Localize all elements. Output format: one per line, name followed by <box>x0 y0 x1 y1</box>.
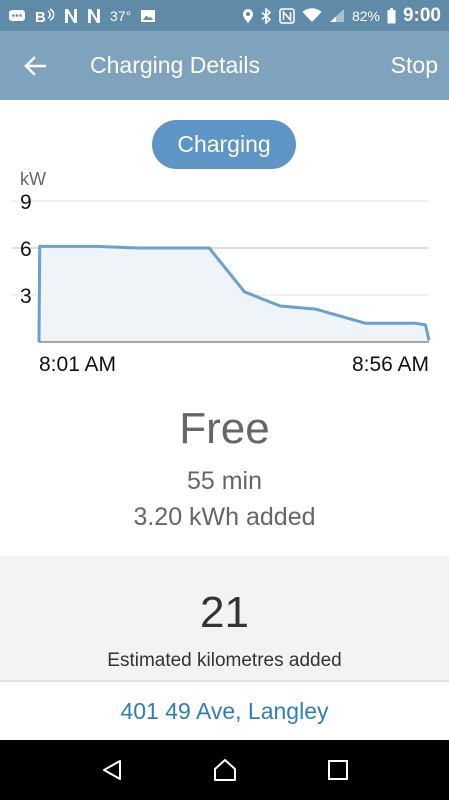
system-icons: 82% 9:00 <box>242 5 441 27</box>
nav-back-button[interactable] <box>82 740 142 800</box>
cost-value: Free <box>179 404 270 453</box>
beats-icon: B <box>35 7 55 24</box>
battery-percent: 82% <box>351 7 380 24</box>
square-recents-icon <box>327 760 348 780</box>
duration-value: 55 min <box>186 467 263 495</box>
back-button[interactable] <box>0 31 70 100</box>
arrow-left-icon <box>24 55 46 76</box>
triangle-back-icon <box>102 760 121 780</box>
x-end-label: 8:56 AM <box>352 353 429 376</box>
charging-status-badge: Charging <box>152 120 296 169</box>
energy-added: 3.20 kWh added <box>133 503 316 531</box>
nav-recents-button[interactable] <box>308 740 368 800</box>
page-title: Charging Details <box>90 52 261 78</box>
clock: 9:00 <box>402 4 441 26</box>
station-address-link[interactable]: 401 49 Ave, Langley <box>120 698 328 725</box>
y-tick-label: 9 <box>20 191 32 214</box>
notification-icons: B 37° <box>8 8 156 24</box>
wifi-icon <box>302 8 322 23</box>
y-axis-label: kW <box>20 169 46 189</box>
nfc-icon <box>279 7 295 24</box>
power-area <box>39 246 429 342</box>
system-nav-bar <box>0 740 449 800</box>
image-icon <box>140 9 156 23</box>
y-tick-label: 3 <box>20 285 32 308</box>
news-icon <box>64 8 78 24</box>
temperature: 37° <box>110 7 132 24</box>
y-tick-label: 6 <box>20 238 32 261</box>
news-icon-2 <box>87 8 101 24</box>
location-bar: 401 49 Ave, Langley <box>0 680 449 740</box>
bluetooth-icon <box>261 7 272 24</box>
km-added-label: Estimated kilometres added <box>107 650 342 671</box>
estimate-panel: 21 Estimated kilometres added <box>0 556 449 680</box>
stop-button[interactable]: Stop <box>379 52 449 79</box>
svg-text:B: B <box>35 9 46 24</box>
location-icon <box>242 8 254 24</box>
nav-home-button[interactable] <box>195 740 255 800</box>
app-bar: Charging Details Stop <box>0 31 449 100</box>
power-chart: kW 9 6 3 8:01 AM 8:56 AM <box>12 169 431 376</box>
status-bar: B 37° 82% 9:00 <box>0 0 449 31</box>
x-start-label: 8:01 AM <box>39 353 116 376</box>
km-added-value: 21 <box>200 588 249 637</box>
home-icon <box>213 759 236 781</box>
charge-summary: Free 55 min 3.20 kWh added <box>0 400 449 534</box>
signal-icon <box>329 8 345 23</box>
battery-icon <box>387 7 396 24</box>
message-icon <box>8 9 26 23</box>
